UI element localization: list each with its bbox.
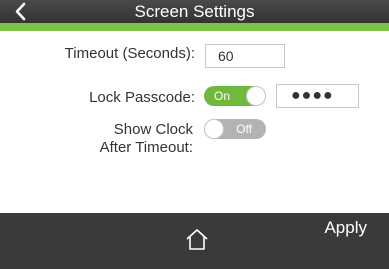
- home-button[interactable]: [184, 227, 210, 253]
- passcode-input[interactable]: ●●●●: [276, 84, 359, 108]
- show-clock-toggle[interactable]: Off: [204, 119, 266, 139]
- toggle-knob: [204, 119, 224, 139]
- page-title: Screen Settings: [134, 2, 255, 21]
- show-clock-label-line1: Show Clock: [113, 121, 193, 138]
- lock-passcode-label: Lock Passcode:: [89, 89, 195, 106]
- show-clock-label: Show Clock After Timeout:: [30, 121, 193, 157]
- timeout-label: Timeout (Seconds):: [64, 45, 195, 62]
- timeout-input[interactable]: 60: [205, 44, 285, 68]
- lock-passcode-toggle[interactable]: On: [204, 86, 266, 106]
- home-icon: [186, 229, 208, 250]
- footer-bar: Apply: [0, 213, 389, 269]
- header-bar: Screen Settings: [0, 0, 389, 23]
- show-clock-label-line2: After Timeout:: [99, 139, 193, 156]
- show-clock-toggle-label: Off: [236, 122, 252, 136]
- apply-button[interactable]: Apply: [324, 213, 367, 269]
- toggle-knob: [246, 86, 266, 106]
- lock-passcode-toggle-label: On: [214, 89, 231, 103]
- accent-bar: [0, 23, 389, 31]
